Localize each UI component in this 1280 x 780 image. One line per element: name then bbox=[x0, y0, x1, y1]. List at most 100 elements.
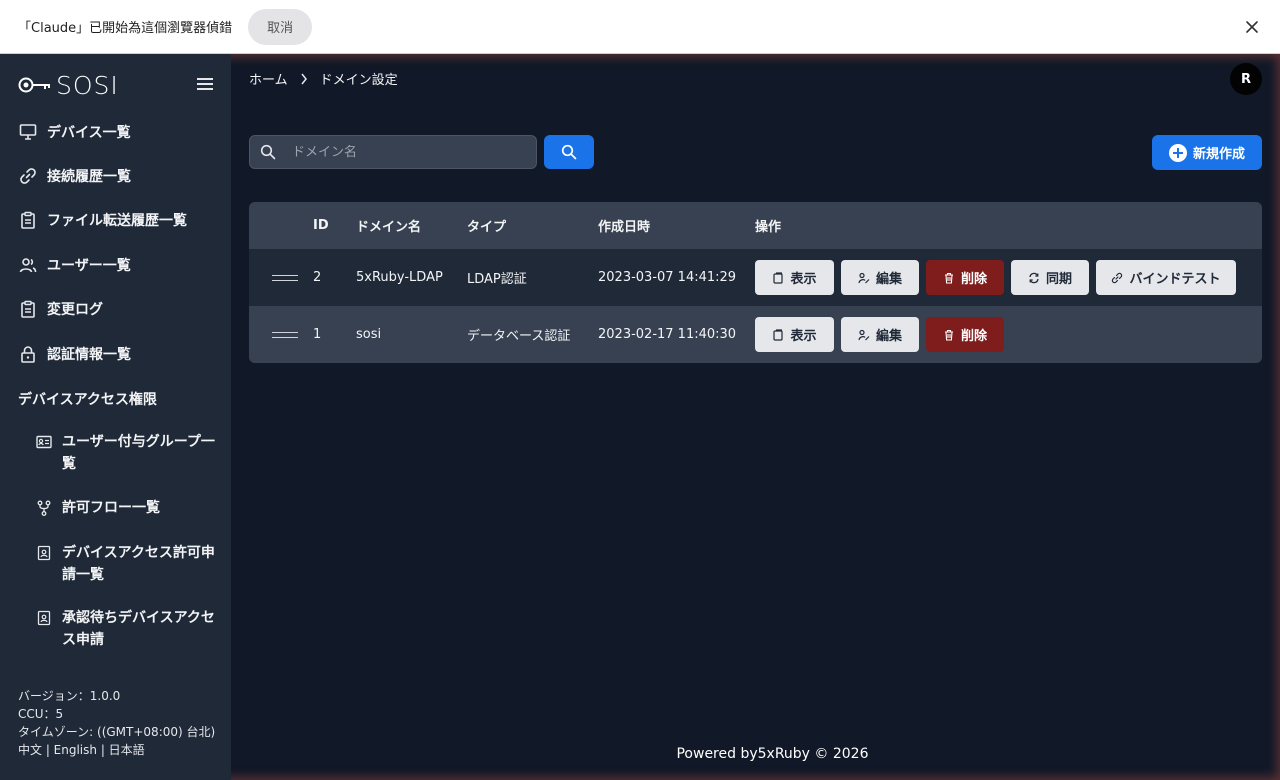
search-icon bbox=[260, 144, 276, 160]
sidebar: SOSI デバイス一覧 接続履歴一覧 ファイル転送履歴一覧 ユーザー一覧 変更ロ… bbox=[0, 54, 231, 780]
breadcrumb-home[interactable]: ホーム bbox=[249, 69, 288, 88]
bind-test-button-label: バインドテスト bbox=[1129, 272, 1221, 287]
cell-name: sosi bbox=[356, 327, 382, 342]
badge-icon bbox=[36, 610, 52, 626]
delete-button[interactable]: 削除 bbox=[926, 317, 1004, 352]
sidebar-item-access-requests[interactable]: デバイスアクセス許可申請一覧 bbox=[36, 542, 226, 586]
user-edit-icon bbox=[858, 272, 870, 284]
sidebar-footer: バージョン：1.0.0 CCU：5 タイムゾーン: ((GMT+08:00) 台… bbox=[18, 687, 215, 759]
sidebar-item-devices[interactable]: デバイス一覧 bbox=[18, 122, 131, 142]
sidebar-item-change-log[interactable]: 変更ログ bbox=[18, 299, 103, 319]
column-header-id: ID bbox=[313, 218, 329, 233]
edit-button-label: 編集 bbox=[875, 329, 902, 344]
cell-type: LDAP認証 bbox=[467, 272, 527, 287]
domain-table: ID ドメイン名 タイプ 作成日時 操作 2 5xRuby-LDAP LDAP認… bbox=[249, 202, 1262, 363]
ccu-text: CCU：5 bbox=[18, 707, 64, 721]
sidebar-item-label: 許可フロー一覧 bbox=[62, 500, 160, 516]
sidebar-item-label: 接続履歴一覧 bbox=[47, 169, 131, 185]
cell-created: 2023-02-17 11:40:30 bbox=[598, 327, 737, 342]
sidebar-item-credentials[interactable]: 認証情報一覧 bbox=[18, 344, 131, 364]
plus-circle-icon bbox=[1168, 143, 1187, 162]
sidebar-item-connections[interactable]: 接続履歴一覧 bbox=[18, 166, 131, 186]
version-text: バージョン：1.0.0 bbox=[18, 689, 121, 703]
cell-name: 5xRuby-LDAP bbox=[356, 270, 443, 285]
clipboard-icon bbox=[18, 299, 38, 319]
logo: SOSI bbox=[18, 70, 119, 100]
table-header: ID ドメイン名 タイプ 作成日時 操作 bbox=[249, 202, 1262, 249]
debug-banner: 「Claude」已開始為這個瀏覽器偵錯 取消 bbox=[0, 0, 1280, 54]
clipboard-icon bbox=[18, 210, 38, 230]
column-header-name: ドメイン名 bbox=[356, 220, 422, 235]
cell-created: 2023-03-07 14:41:29 bbox=[598, 270, 737, 285]
sidebar-item-label: デバイス一覧 bbox=[47, 125, 131, 141]
sidebar-item-label: 認証情報一覧 bbox=[47, 347, 131, 363]
key-icon bbox=[18, 77, 50, 93]
table-row: 2 5xRuby-LDAP LDAP認証 2023-03-07 14:41:29… bbox=[249, 249, 1262, 306]
column-header-ops: 操作 bbox=[755, 220, 782, 235]
sidebar-item-label: ユーザー一覧 bbox=[47, 258, 131, 274]
breadcrumb-current: ドメイン設定 bbox=[319, 73, 398, 88]
delete-button-label: 削除 bbox=[960, 272, 987, 287]
sidebar-item-file-transfers[interactable]: ファイル転送履歴一覧 bbox=[18, 210, 187, 230]
breadcrumb: ホーム ドメイン設定 bbox=[249, 69, 398, 88]
bind-test-button[interactable]: バインドテスト bbox=[1096, 260, 1236, 295]
sidebar-item-pending-requests[interactable]: 承認待ちデバイスアクセス申請 bbox=[36, 607, 226, 651]
link-icon bbox=[18, 166, 38, 186]
delete-button[interactable]: 削除 bbox=[926, 260, 1004, 295]
chevron-right-icon bbox=[301, 73, 307, 84]
sidebar-item-approval-flows[interactable]: 許可フロー一覧 bbox=[36, 497, 226, 519]
timezone-text: タイムゾーン: ((GMT+08:00) 台北) bbox=[18, 725, 216, 739]
copy-icon bbox=[772, 271, 784, 284]
close-icon[interactable] bbox=[1242, 17, 1262, 37]
cell-type: データベース認証 bbox=[467, 329, 571, 344]
edit-button[interactable]: 編集 bbox=[841, 317, 919, 352]
view-button-label: 表示 bbox=[790, 272, 817, 287]
sidebar-item-label: デバイスアクセス許可申請一覧 bbox=[62, 545, 215, 583]
refresh-icon bbox=[1028, 272, 1040, 284]
user-edit-icon bbox=[858, 329, 870, 341]
language-switcher[interactable]: 中文 | English | 日本語 bbox=[18, 741, 215, 759]
sidebar-item-label: ユーザー付与グループ一覧 bbox=[62, 434, 215, 472]
search-icon bbox=[561, 144, 577, 160]
logo-text: SOSI bbox=[56, 70, 119, 100]
drag-handle-icon[interactable] bbox=[272, 331, 298, 338]
sidebar-item-label: 承認待ちデバイスアクセス申請 bbox=[62, 610, 215, 648]
cell-id: 1 bbox=[313, 327, 322, 342]
view-button-label: 表示 bbox=[790, 329, 817, 344]
search-button[interactable] bbox=[544, 135, 594, 169]
trash-icon bbox=[943, 272, 955, 284]
sidebar-section-title: デバイスアクセス権限 bbox=[18, 392, 157, 408]
badge-icon bbox=[36, 545, 52, 561]
lock-icon bbox=[18, 344, 38, 364]
view-button[interactable]: 表示 bbox=[755, 260, 834, 295]
monitor-icon bbox=[18, 122, 38, 142]
edit-button[interactable]: 編集 bbox=[841, 260, 919, 295]
new-button-label: 新規作成 bbox=[1192, 147, 1245, 162]
page-footer: Powered by5xRuby © 2026 bbox=[676, 746, 869, 762]
search-box bbox=[249, 135, 537, 169]
search-input[interactable] bbox=[292, 144, 522, 160]
drag-handle-icon[interactable] bbox=[272, 274, 298, 281]
new-domain-button[interactable]: 新規作成 bbox=[1152, 135, 1262, 170]
users-icon bbox=[18, 255, 38, 275]
sidebar-item-label: 変更ログ bbox=[47, 302, 103, 318]
trash-icon bbox=[943, 329, 955, 341]
delete-button-label: 削除 bbox=[960, 329, 987, 344]
banner-text: 「Claude」已開始為這個瀏覽器偵錯 bbox=[18, 21, 233, 36]
view-button[interactable]: 表示 bbox=[755, 317, 834, 352]
menu-toggle-icon[interactable] bbox=[197, 78, 213, 90]
table-row: 1 sosi データベース認証 2023-02-17 11:40:30 表示 編… bbox=[249, 306, 1262, 363]
banner-cancel-button[interactable]: 取消 bbox=[248, 8, 313, 45]
sidebar-item-label: ファイル転送履歴一覧 bbox=[47, 213, 187, 229]
link-icon bbox=[1111, 272, 1123, 284]
copy-icon bbox=[772, 328, 784, 341]
app-frame: SOSI デバイス一覧 接続履歴一覧 ファイル転送履歴一覧 ユーザー一覧 変更ロ… bbox=[0, 54, 1280, 780]
sidebar-item-users[interactable]: ユーザー一覧 bbox=[18, 255, 131, 275]
column-header-type: タイプ bbox=[467, 220, 507, 235]
avatar[interactable]: R bbox=[1230, 63, 1262, 95]
id-card-icon bbox=[36, 434, 52, 450]
sidebar-item-user-groups[interactable]: ユーザー付与グループ一覧 bbox=[36, 431, 226, 475]
git-fork-icon bbox=[36, 500, 52, 516]
cell-id: 2 bbox=[313, 270, 322, 285]
sync-button[interactable]: 同期 bbox=[1011, 260, 1089, 295]
